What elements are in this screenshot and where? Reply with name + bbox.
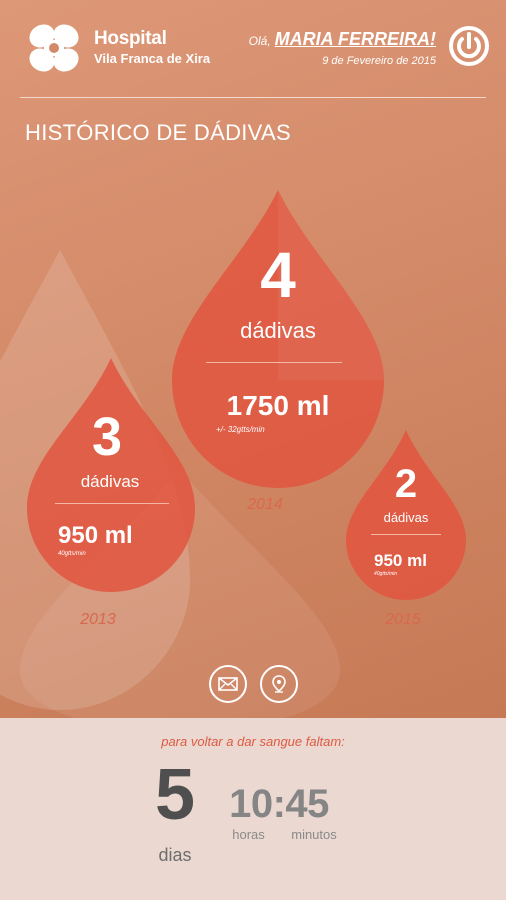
- header: Hospital Vila Franca de Xira Olá, MARIA F…: [0, 0, 506, 98]
- countdown-label: para voltar a dar sangue faltam:: [161, 734, 345, 749]
- donation-rate: +/- 32gtts/min: [216, 425, 265, 434]
- countdown-time: 10:45: [229, 782, 329, 826]
- hospital-logo-icon: [29, 24, 79, 72]
- donation-count-label: dádivas: [80, 472, 140, 491]
- donation-count-label: dádivas: [383, 510, 429, 525]
- mail-button[interactable]: [209, 665, 247, 703]
- mail-icon: [218, 677, 238, 691]
- header-divider: [20, 97, 486, 98]
- current-date: 9 de Fevereiro de 2015: [322, 55, 436, 67]
- donation-volume: 950 ml: [58, 522, 133, 549]
- donation-count: 3: [91, 407, 123, 467]
- greeting-text: Olá,: [248, 34, 271, 48]
- donation-rate: 40gtts/min: [374, 571, 398, 577]
- user-name-link[interactable]: MARIA FERREIRA!: [275, 29, 436, 49]
- power-icon[interactable]: [448, 25, 490, 67]
- donation-volume: 1750 ml: [226, 390, 330, 421]
- year-label-2014: 2014: [247, 496, 283, 513]
- donation-volume: 950 ml: [374, 551, 427, 570]
- countdown-minutes-label: minutos: [291, 827, 337, 842]
- main-panel: Hospital Vila Franca de Xira Olá, MARIA F…: [0, 0, 506, 718]
- donation-drop-2015[interactable]: 2 dádivas 950 ml 40gtts/min: [346, 430, 466, 600]
- location-pin-icon: [272, 675, 286, 693]
- year-label-2013: 2013: [80, 611, 116, 628]
- donation-count: 2: [394, 462, 418, 506]
- donation-drop-2013[interactable]: 3 dádivas 950 ml 40gtts/min: [27, 358, 195, 592]
- countdown-hours-label: horas: [232, 827, 265, 842]
- greeting-row: Olá, MARIA FERREIRA!: [249, 29, 436, 50]
- location-button[interactable]: [260, 665, 298, 703]
- logo-subtitle: Vila Franca de Xira: [94, 51, 211, 66]
- drop-divider: [206, 362, 342, 363]
- donation-count-label: dádivas: [240, 318, 316, 343]
- logo-title: Hospital: [94, 28, 167, 49]
- drop-divider: [371, 534, 441, 535]
- page-title: HISTÓRICO DE DÁDIVAS: [25, 120, 291, 145]
- donation-count: 4: [260, 239, 296, 311]
- countdown-days-label: dias: [158, 845, 192, 865]
- drop-divider: [55, 503, 169, 504]
- donation-rate: 40gtts/min: [58, 551, 86, 557]
- countdown-days: 5: [154, 755, 196, 835]
- year-label-2015: 2015: [385, 611, 421, 628]
